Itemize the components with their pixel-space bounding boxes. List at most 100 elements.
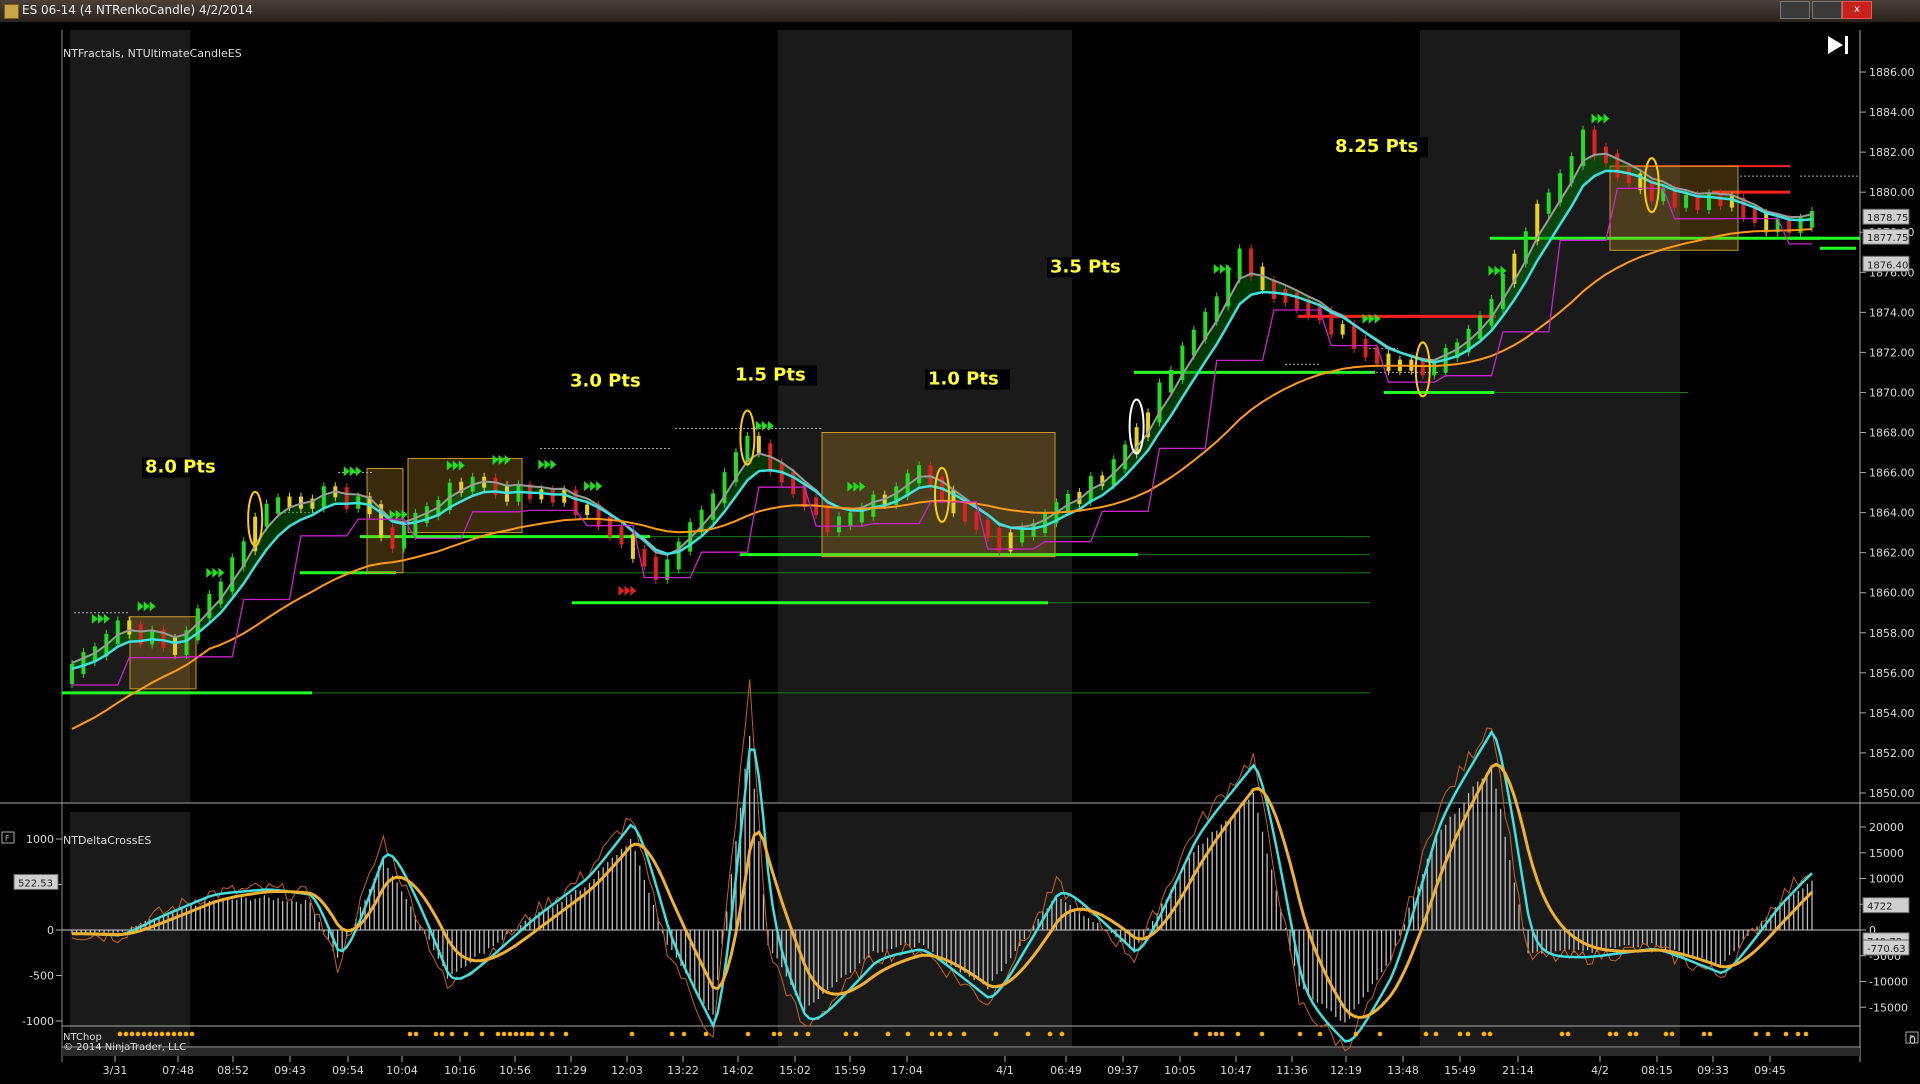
session-shade (778, 30, 1072, 802)
long-arrow-icon (1213, 263, 1220, 274)
panel-toggle-icon[interactable]: F (1905, 1031, 1919, 1044)
y-tick-label: 1872.00 (1869, 346, 1915, 359)
chop-dot (117, 1031, 123, 1037)
chop-dot (463, 1031, 469, 1037)
chop-dot (177, 1031, 183, 1037)
short-arrow-icon (624, 585, 631, 596)
chop-dot (1707, 1031, 1713, 1037)
chop-dot (449, 1031, 455, 1037)
minimize-button[interactable] (1780, 1, 1810, 19)
chop-dot (563, 1031, 569, 1037)
chop-dot (793, 1031, 799, 1037)
chop-dot (1607, 1031, 1613, 1037)
long-arrow-icon (212, 567, 219, 578)
long-arrow-icon (596, 481, 603, 492)
points-annotation: 8.0 Pts (145, 457, 216, 478)
delta-left-label: -1000 (22, 1015, 54, 1028)
panel-toggle-icon[interactable]: F (1, 831, 15, 844)
y-tick-label: 1852.00 (1869, 747, 1915, 760)
long-arrow-icon (218, 567, 225, 578)
chop-dot (129, 1031, 135, 1037)
price-marker-label: 1876.40 (1867, 260, 1908, 271)
x-tick-label: 14:02 (722, 1064, 754, 1077)
long-arrow-icon (767, 420, 774, 431)
x-tick-label: 10:16 (444, 1064, 476, 1077)
chop-dot (1465, 1031, 1471, 1037)
points-annotation: 1.5 Pts (735, 364, 806, 385)
chop-dot (1627, 1031, 1633, 1037)
chop-dot (479, 1031, 485, 1037)
window-title: ES 06-14 (4 NTRenkoCandle) 4/2/2014 (22, 3, 253, 17)
long-arrow-icon (401, 509, 408, 520)
chop-dot (501, 1031, 507, 1037)
chop-dot (1481, 1031, 1487, 1037)
chop-dot (1669, 1031, 1675, 1037)
close-button[interactable]: x (1842, 1, 1872, 19)
chop-dot (1207, 1031, 1213, 1037)
x-tick-label: 21:14 (1502, 1064, 1534, 1077)
chop-dot (1193, 1031, 1199, 1037)
chop-dot (1565, 1031, 1571, 1037)
chop-dot (1235, 1031, 1241, 1037)
chop-dot (1059, 1031, 1065, 1037)
chop-dot (413, 1031, 419, 1037)
long-arrow-icon (343, 466, 350, 477)
chop-dot (439, 1031, 445, 1037)
chop-dot (539, 1031, 545, 1037)
chop-dot (141, 1031, 147, 1037)
chop-dot (853, 1031, 859, 1037)
short-arrow-icon (618, 585, 625, 596)
chop-dot (183, 1031, 189, 1037)
svg-text:F: F (1909, 1034, 1914, 1043)
chop-dot (407, 1031, 413, 1037)
y-tick-label: 1866.00 (1869, 467, 1915, 480)
long-arrow-icon (590, 481, 597, 492)
delta-left-label: 1000 (26, 833, 54, 846)
x-tick-label: 09:54 (332, 1064, 364, 1077)
x-tick-label: 08:15 (1641, 1064, 1673, 1077)
chop-dot (1433, 1031, 1439, 1037)
chop-dot (525, 1031, 531, 1037)
x-tick-label: 08:52 (217, 1064, 249, 1077)
chop-dot (529, 1031, 535, 1037)
x-tick-label: 09:37 (1107, 1064, 1139, 1077)
restore-button[interactable] (1812, 1, 1842, 19)
y-tick-label: 1874.00 (1869, 306, 1915, 319)
x-tick-label: 11:36 (1276, 1064, 1308, 1077)
long-arrow-icon (584, 481, 591, 492)
chop-dot (1317, 1031, 1323, 1037)
chop-dot (885, 1031, 891, 1037)
chart-area: 8.0 Pts 3.0 Pts 1.5 Pts 1.0 Pts 3.5 Pts 8.25 … (0, 22, 1920, 1080)
chop-dot (1663, 1031, 1669, 1037)
x-tick-label: 09:43 (274, 1064, 306, 1077)
chop-dot (159, 1031, 165, 1037)
chop-dot (1633, 1031, 1639, 1037)
chop-dot (937, 1031, 943, 1037)
y-tick-label: 1868.00 (1869, 427, 1915, 440)
y-tick-label: 1854.00 (1869, 707, 1915, 720)
chop-dot (1701, 1031, 1707, 1037)
y-tick-label: 1862.00 (1869, 547, 1915, 560)
chop-dot (1613, 1031, 1619, 1037)
chop-dot (629, 1031, 635, 1037)
long-arrow-icon (755, 420, 762, 431)
chart-canvas[interactable]: 8.0 Pts 3.0 Pts 1.5 Pts 1.0 Pts 3.5 Pts 8.25 … (0, 22, 1920, 1080)
chop-dot (549, 1031, 555, 1037)
y-tick-label: 1884.00 (1869, 106, 1915, 119)
chop-dot (495, 1031, 501, 1037)
window-titlebar: ES 06-14 (4 NTRenkoCandle) 4/2/2014 x (0, 0, 1920, 22)
chop-dot (745, 1031, 751, 1037)
y-tick-label: 1886.00 (1869, 66, 1915, 79)
scroll-bar[interactable] (62, 1048, 1860, 1056)
delta-right-marker-label: 4722 (1867, 902, 1892, 913)
skip-to-end-icon[interactable] (1828, 36, 1848, 54)
x-tick-label: 10:56 (499, 1064, 531, 1077)
x-tick-label: 4/2 (1591, 1064, 1609, 1077)
delta-right-marker-label: -770.63 (1867, 944, 1906, 955)
long-arrow-icon (206, 567, 213, 578)
y-tick-label: 1882.00 (1869, 146, 1915, 159)
chop-dot (135, 1031, 141, 1037)
x-tick-label: 07:48 (162, 1064, 194, 1077)
x-tick-label: 13:48 (1387, 1064, 1419, 1077)
delta-right-label: 10000 (1869, 873, 1904, 886)
